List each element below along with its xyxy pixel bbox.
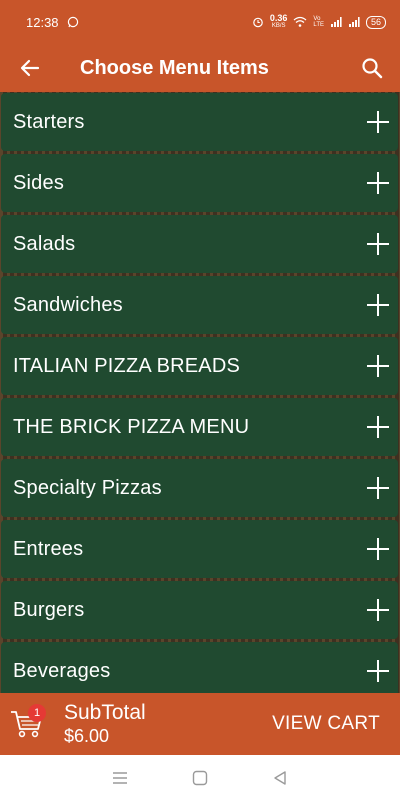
back-triangle-icon bbox=[274, 770, 286, 785]
plus-icon[interactable] bbox=[366, 293, 390, 317]
search-icon bbox=[362, 58, 383, 79]
plus-icon[interactable] bbox=[366, 598, 390, 622]
plus-icon[interactable] bbox=[366, 171, 390, 195]
app-bar: Choose Menu Items bbox=[0, 44, 400, 92]
menu-item-label: Burgers bbox=[13, 598, 85, 621]
plus-icon[interactable] bbox=[366, 537, 390, 561]
subtotal-value: $6.00 bbox=[64, 726, 110, 746]
plus-icon[interactable] bbox=[366, 110, 390, 134]
cart-button[interactable]: 1 bbox=[0, 693, 60, 755]
system-nav-bar bbox=[0, 755, 400, 800]
menu-category-list[interactable]: Starters Sides Salads Sandwiches ITALIAN… bbox=[0, 92, 400, 693]
menu-item-label: Sandwiches bbox=[13, 293, 123, 316]
cart-count-badge: 1 bbox=[28, 704, 46, 722]
menu-item-label: Entrees bbox=[13, 537, 84, 560]
signal-icon-2 bbox=[348, 17, 360, 27]
menu-item-label: Beverages bbox=[13, 659, 111, 682]
status-bar: 12:38 0.36 KB/S Vo LTE 56 bbox=[0, 0, 400, 44]
cart-bar[interactable]: 1 SubTotal $6.00 VIEW CART bbox=[0, 693, 400, 755]
volte-icon: Vo LTE bbox=[313, 16, 324, 28]
search-button[interactable] bbox=[344, 44, 400, 92]
menu-item-sandwiches[interactable]: Sandwiches bbox=[1, 276, 398, 334]
arrow-left-icon bbox=[20, 59, 40, 77]
home-button[interactable] bbox=[190, 768, 210, 788]
recent-apps-button[interactable] bbox=[110, 768, 130, 788]
signal-icon bbox=[330, 17, 342, 27]
page-title: Choose Menu Items bbox=[80, 56, 269, 79]
plus-icon[interactable] bbox=[366, 415, 390, 439]
subtotal-block: SubTotal $6.00 bbox=[64, 701, 146, 747]
menu-item-label: Salads bbox=[13, 232, 76, 255]
plus-icon[interactable] bbox=[366, 659, 390, 683]
plus-icon[interactable] bbox=[366, 476, 390, 500]
menu-lines-icon bbox=[113, 771, 127, 784]
wifi-icon bbox=[294, 16, 307, 27]
menu-item-specialty-pizzas[interactable]: Specialty Pizzas bbox=[1, 459, 398, 517]
battery-icon: 56 bbox=[365, 15, 386, 29]
menu-item-label: Starters bbox=[13, 110, 85, 133]
menu-item-italian-pizza-breads[interactable]: ITALIAN PIZZA BREADS bbox=[1, 337, 398, 395]
menu-item-label: Sides bbox=[13, 171, 65, 194]
alarm-icon bbox=[253, 17, 263, 28]
menu-item-burgers[interactable]: Burgers bbox=[1, 581, 398, 639]
menu-item-entrees[interactable]: Entrees bbox=[1, 520, 398, 578]
view-cart-button[interactable]: VIEW CART bbox=[272, 713, 380, 735]
menu-item-label: Specialty Pizzas bbox=[13, 476, 162, 499]
home-square-icon bbox=[192, 770, 208, 785]
menu-item-brick-pizza-menu[interactable]: THE BRICK PIZZA MENU bbox=[1, 398, 398, 456]
plus-icon[interactable] bbox=[366, 354, 390, 378]
system-back-button[interactable] bbox=[270, 768, 290, 788]
menu-item-sides[interactable]: Sides bbox=[1, 154, 398, 212]
menu-item-label: THE BRICK PIZZA MENU bbox=[13, 415, 250, 438]
menu-item-starters[interactable]: Starters bbox=[1, 93, 398, 151]
subtotal-label: SubTotal bbox=[64, 701, 146, 724]
net-speed: 0.36 KB/S bbox=[269, 13, 288, 30]
back-button[interactable] bbox=[0, 44, 60, 92]
status-time: 12:38 bbox=[26, 14, 59, 30]
whatsapp-icon bbox=[67, 16, 78, 28]
plus-icon[interactable] bbox=[366, 232, 390, 256]
menu-item-label: ITALIAN PIZZA BREADS bbox=[13, 354, 241, 377]
menu-item-beverages[interactable]: Beverages bbox=[1, 642, 398, 693]
menu-item-salads[interactable]: Salads bbox=[1, 215, 398, 273]
